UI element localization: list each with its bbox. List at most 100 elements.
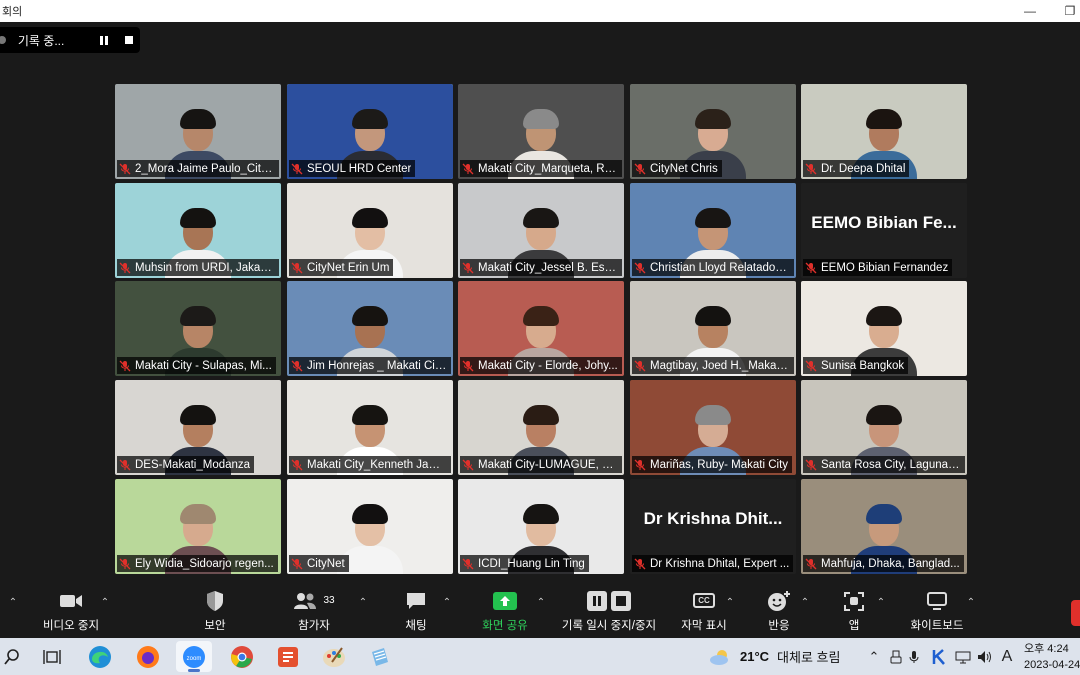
participant-tile[interactable]: Christian Lloyd Relatado_... <box>630 183 796 278</box>
participant-tile[interactable]: Ely Widia_Sidoarjo regen... <box>115 479 281 574</box>
participant-name: SEOUL HRD Center <box>307 162 412 175</box>
taskbar-notepad[interactable] <box>362 638 398 675</box>
search-button[interactable] <box>0 638 24 675</box>
show-hidden-icons-button[interactable]: ⌃ <box>866 638 882 675</box>
participant-tile[interactable]: Mahfuja, Dhaka, Banglad... <box>801 479 967 574</box>
participant-tile[interactable]: SEOUL HRD Center <box>287 84 453 179</box>
participant-tile[interactable]: CityNet Chris <box>630 84 796 179</box>
tray-network[interactable] <box>954 638 972 675</box>
participant-tile[interactable]: Magtibay, Joed H._Makati... <box>630 281 796 376</box>
stop-video-button[interactable]: 비디오 중지 <box>36 583 106 638</box>
audio-options-caret[interactable]: ⌃ <box>8 597 18 608</box>
windows-taskbar: zoom 21°C 대체로 흐림 ⌃ A 오후 4:24 2023-04-24 <box>0 638 1080 675</box>
taskbar-firefox[interactable] <box>130 638 166 675</box>
person-hair <box>523 208 559 228</box>
whiteboard-button[interactable]: 화이트보드 <box>906 583 968 638</box>
participant-nameplate: Makati City - Sulapas, Mi... <box>117 357 276 374</box>
participant-tile[interactable]: Makati City_Kenneth Jam... <box>287 380 453 475</box>
captions-button[interactable]: CC 자막 표시 <box>678 583 730 638</box>
stop-video-label: 비디오 중지 <box>42 619 100 632</box>
participant-tile[interactable]: Makati City-LUMAGUE, R... <box>458 380 624 475</box>
chat-options-caret[interactable]: ⌃ <box>442 597 452 608</box>
apps-icon <box>844 589 864 613</box>
paint-palette-icon <box>323 646 345 667</box>
participant-nameplate: 2_Mora Jaime Paulo_City... <box>117 160 279 177</box>
participants-options-caret[interactable]: ⌃ <box>358 597 368 608</box>
participant-tile[interactable]: DES-Makati_Modanza <box>115 380 281 475</box>
participant-name: Makati City_Jessel B. Esca... <box>478 261 618 274</box>
participant-tile[interactable]: Dr. Deepa Dhital <box>801 84 967 179</box>
share-options-caret[interactable]: ⌃ <box>536 597 546 608</box>
participant-tile[interactable]: CityNet Erin Um <box>287 183 453 278</box>
participant-name: Ely Widia_Sidoarjo regen... <box>135 557 274 570</box>
reactions-options-caret[interactable]: ⌃ <box>800 597 810 608</box>
share-screen-button[interactable]: 화면 공유 <box>476 583 534 638</box>
participant-tile[interactable]: 2_Mora Jaime Paulo_City... <box>115 84 281 179</box>
record-dot-icon <box>0 36 6 44</box>
participant-tile[interactable]: Sunisa Bangkok <box>801 281 967 376</box>
muted-mic-icon <box>119 262 131 273</box>
task-view-button[interactable] <box>34 638 70 675</box>
edge-browser-icon <box>89 645 111 668</box>
apps-button[interactable]: 앱 <box>838 583 870 638</box>
tray-app[interactable] <box>930 638 948 675</box>
reactions-label: 반응 <box>768 619 790 632</box>
pause-icon <box>99 35 108 45</box>
security-button[interactable]: 보안 <box>190 583 240 638</box>
person-hair <box>180 109 216 129</box>
muted-mic-icon <box>805 459 817 470</box>
participant-name: CityNet Chris <box>650 162 718 175</box>
taskbar-office-app[interactable] <box>270 638 306 675</box>
pause-recording-button[interactable] <box>93 29 115 51</box>
participant-name: Sunisa Bangkok <box>821 359 905 372</box>
muted-mic-icon <box>291 262 303 273</box>
reactions-button[interactable]: 반응 <box>760 583 798 638</box>
meeting-toolbar: ⌃ 비디오 중지 ⌃ 보안 33 참가자 ⌃ 채팅 ⌃ 화면 공유 ⌃ 기록 일… <box>0 583 1080 638</box>
participant-nameplate: Christian Lloyd Relatado_... <box>632 259 794 276</box>
tray-mic[interactable] <box>906 638 922 675</box>
participant-tile[interactable]: EEMO Bibian Fe... EEMO Bibian Fernandez <box>801 183 967 278</box>
taskbar-chrome[interactable] <box>224 638 260 675</box>
record-pause-stop-icon <box>586 589 632 613</box>
participants-button[interactable]: 33 참가자 <box>288 583 340 638</box>
video-options-caret[interactable]: ⌃ <box>100 597 110 608</box>
input-method-indicator[interactable]: A <box>998 638 1016 675</box>
tray-volume[interactable] <box>976 638 994 675</box>
title-bar: 회의 — ❐ <box>0 0 1080 22</box>
participant-tile[interactable]: Jim Honrejas _ Makati Cit... <box>287 281 453 376</box>
participant-tile[interactable]: ICDI_Huang Lin Ting <box>458 479 624 574</box>
tray-usb[interactable] <box>888 638 904 675</box>
chevron-up-icon: ⌃ <box>868 648 880 664</box>
captions-options-caret[interactable]: ⌃ <box>725 597 735 608</box>
end-meeting-button[interactable] <box>1071 600 1080 626</box>
participant-tile[interactable]: Makati City - Sulapas, Mi... <box>115 281 281 376</box>
minimize-button[interactable]: — <box>1010 0 1050 22</box>
participant-tile[interactable]: CityNet <box>287 479 453 574</box>
participant-tile[interactable]: Makati City_Marqueta, Rh... <box>458 84 624 179</box>
muted-mic-icon <box>805 163 817 174</box>
taskbar-paint[interactable] <box>316 638 352 675</box>
stop-recording-button[interactable] <box>118 29 140 51</box>
recording-controls-button[interactable]: 기록 일시 중지/중지 <box>556 583 662 638</box>
participant-tile[interactable]: Dr Krishna Dhit... Dr Krishna Dhital, Exp… <box>630 479 796 574</box>
participant-tile[interactable]: Makati City_Jessel B. Esca... <box>458 183 624 278</box>
person-hair <box>180 504 216 524</box>
participant-tile[interactable]: Muhsin from URDI, Jakart... <box>115 183 281 278</box>
participant-name: CityNet <box>307 557 345 570</box>
participant-tile[interactable]: Mariñas, Ruby- Makati City <box>630 380 796 475</box>
participant-tile[interactable]: Makati City - Elorde, Johy... <box>458 281 624 376</box>
participant-name: DES-Makati_Modanza <box>135 458 251 471</box>
chat-button[interactable]: 채팅 <box>396 583 436 638</box>
minimize-icon: — <box>1024 4 1036 18</box>
taskbar-clock[interactable]: 오후 4:24 2023-04-24 <box>1024 641 1080 673</box>
maximize-button[interactable]: ❐ <box>1050 0 1080 22</box>
apps-options-caret[interactable]: ⌃ <box>876 597 886 608</box>
whiteboard-options-caret[interactable]: ⌃ <box>966 597 976 608</box>
taskbar-zoom[interactable]: zoom <box>176 641 212 672</box>
participant-tile[interactable]: Santa Rosa City, Laguna, ... <box>801 380 967 475</box>
taskbar-edge[interactable] <box>82 638 118 675</box>
weather-widget[interactable]: 21°C 대체로 흐림 <box>708 638 840 675</box>
participant-nameplate: CityNet Erin Um <box>289 259 394 276</box>
cc-icon: CC <box>693 593 715 608</box>
office-app-icon <box>278 646 298 667</box>
